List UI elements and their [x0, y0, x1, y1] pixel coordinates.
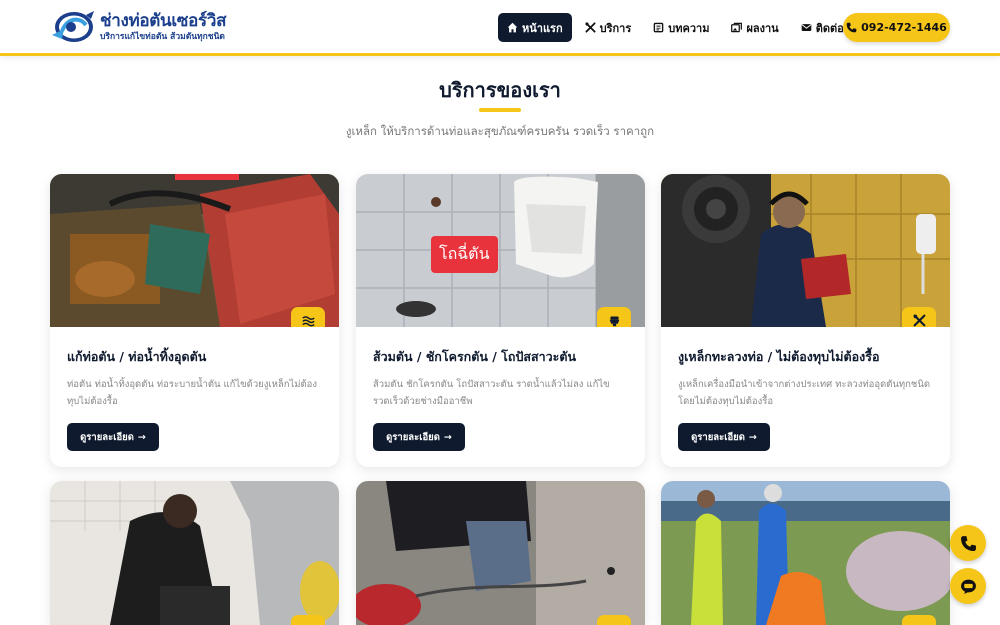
nav-services-label: บริการ	[599, 21, 632, 35]
service-card-photo	[661, 481, 950, 625]
service-card-photo	[50, 174, 339, 327]
service-card-photo	[356, 481, 645, 625]
phone-icon	[960, 535, 976, 551]
service-card-photo	[50, 481, 339, 625]
floating-call-button[interactable]	[950, 525, 986, 561]
view-details-button[interactable]: ดูรายละเอียด →	[373, 423, 465, 451]
water-icon	[291, 307, 325, 327]
service-card	[661, 481, 950, 625]
tools-icon	[585, 22, 596, 33]
wrench-icon	[291, 615, 325, 625]
logo-emblem-icon	[50, 9, 96, 45]
service-card-title: งูเหล็กทะลวงท่อ / ไม่ต้องทุบไม่ต้องรื้อ	[678, 349, 880, 364]
pipe-icon	[597, 615, 631, 625]
nav-services[interactable]: บริการ	[576, 13, 641, 42]
main-nav: หน้าแรก บริการ บทความ ผลงาน ติดต่อเรา	[498, 13, 869, 42]
star-icon	[902, 615, 936, 625]
home-icon	[507, 22, 518, 33]
view-details-label: ดูรายละเอียด	[691, 431, 745, 443]
brand-logo[interactable]: ช่างท่อตันเซอร์วิส บริการแก้ไขท่อตัน ส้ว…	[50, 9, 226, 45]
view-details-label: ดูรายละเอียด	[386, 431, 440, 443]
service-card-photo-tag: โถฉี่ตัน	[431, 236, 498, 273]
arrow-right-icon: →	[748, 431, 757, 443]
nav-home-label: หน้าแรก	[522, 21, 563, 35]
section-title: บริการของเรา	[439, 78, 561, 102]
service-card-title: แก้ท่อตัน / ท่อน้ำทิ้งอุดตัน	[67, 349, 207, 364]
call-phone-button[interactable]: 092-472-1446	[843, 13, 950, 42]
arrow-right-icon: →	[137, 431, 146, 443]
view-details-button[interactable]: ดูรายละเอียด →	[678, 423, 770, 451]
view-details-label: ดูรายละเอียด	[80, 431, 134, 443]
brand-title: ช่างท่อตันเซอร์วิส	[100, 10, 227, 31]
nav-portfolio[interactable]: ผลงาน	[722, 13, 787, 42]
service-card-title: ส้วมตัน / ชักโครกตัน / โถปัสสาวะตัน	[373, 349, 577, 364]
nav-articles-label: บทความ	[668, 21, 710, 35]
arrow-right-icon: →	[443, 431, 452, 443]
service-card	[50, 481, 339, 625]
service-card-description: งูเหล็กเครื่องมือนำเข้าจากต่างประเทศ ทะล…	[678, 379, 931, 407]
service-card: โถฉี่ตัน ส้วมตัน / ชักโครกตัน / โถปัสสาว…	[356, 174, 645, 467]
nav-portfolio-label: ผลงาน	[746, 21, 779, 35]
service-card: แก้ท่อตัน / ท่อน้ำทิ้งอุดตัน ท่อตัน ท่อน…	[50, 174, 339, 467]
site-header: ช่างท่อตันเซอร์วิส บริการแก้ไขท่อตัน ส้ว…	[0, 0, 1000, 56]
service-card-photo: โถฉี่ตัน	[356, 174, 645, 327]
phone-icon	[846, 22, 857, 33]
service-card-description: ส้วมตัน ชักโครกตัน โถปัสสาวะตัน ราดน้ำแล…	[373, 379, 610, 407]
view-details-button[interactable]: ดูรายละเอียด →	[67, 423, 159, 451]
line-chat-icon	[960, 579, 976, 594]
newspaper-icon	[653, 22, 664, 33]
call-phone-number: 092-472-1446	[861, 21, 947, 34]
service-card-photo	[661, 174, 950, 327]
brand-subtitle: บริการแก้ไขท่อตัน ส้วมตันทุกชนิด	[100, 31, 225, 42]
nav-articles[interactable]: บทความ	[644, 13, 718, 42]
section-subtitle: งูเหล็ก ให้บริการด้านท่อและสุขภัณฑ์ครบคร…	[345, 124, 655, 138]
service-card	[356, 481, 645, 625]
service-card-description: ท่อตัน ท่อน้ำทิ้งอุดตัน ท่อระบายน้ำตัน แ…	[67, 379, 318, 407]
nav-home[interactable]: หน้าแรก	[498, 13, 572, 42]
toilet-icon	[597, 307, 631, 327]
floating-line-chat-button[interactable]	[950, 568, 986, 604]
envelope-icon	[801, 24, 812, 31]
tools-icon	[902, 307, 936, 327]
images-icon	[731, 22, 743, 33]
service-card: งูเหล็กทะลวงท่อ / ไม่ต้องทุบไม่ต้องรื้อ …	[661, 174, 950, 467]
section-title-underline	[479, 108, 521, 112]
